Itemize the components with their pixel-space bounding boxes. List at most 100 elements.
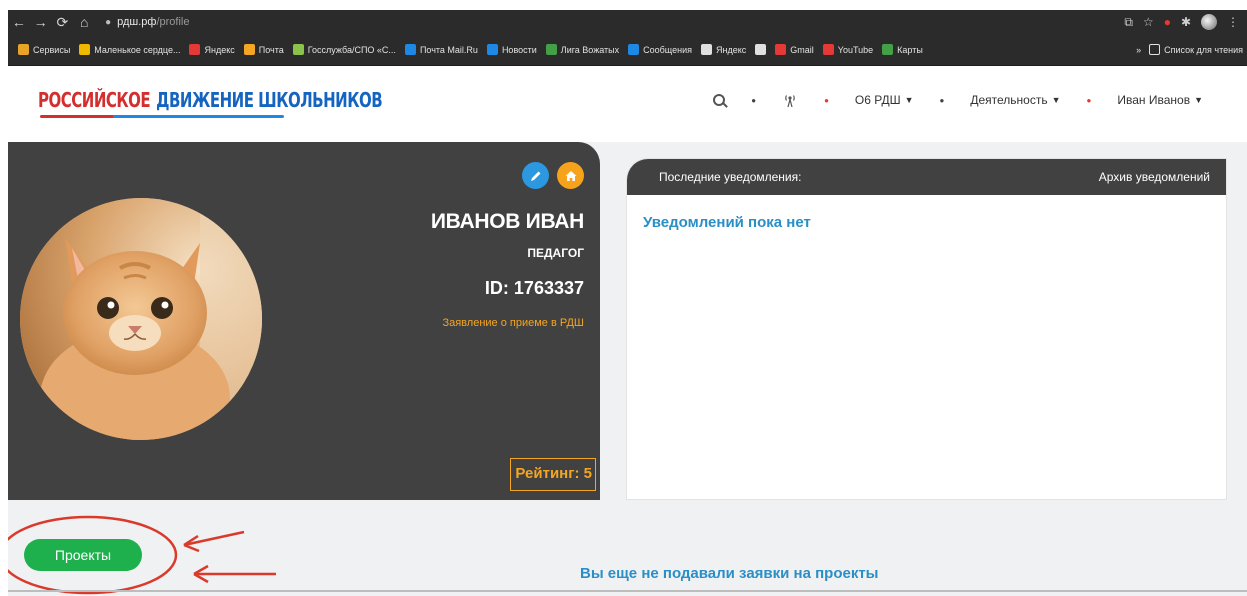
back-icon[interactable]: ←	[8, 14, 30, 30]
bookmark-label: YouTube	[837, 44, 874, 55]
nav-separator: ●	[824, 95, 829, 105]
edit-profile-button[interactable]	[522, 162, 549, 189]
menu-kebab-icon[interactable]: ⋮	[1227, 15, 1239, 29]
nav-about-dropdown[interactable]: О6 РДШ ▼	[855, 93, 914, 107]
projects-button[interactable]: Проекты	[24, 539, 142, 571]
annotation-arrow-bottom	[193, 564, 276, 584]
notifications-title: Последние уведомления:	[659, 170, 802, 184]
bookmark-label: Лига Вожатых	[560, 44, 620, 55]
bookmark-favicon-icon	[404, 44, 416, 55]
bookmark-item[interactable]: Gmail	[775, 44, 814, 55]
bookmark-item[interactable]: Сообщения	[628, 44, 692, 55]
house-icon	[565, 170, 576, 181]
profile-role: ПЕДАГОГ	[527, 246, 584, 260]
bookmark-item[interactable]: YouTube	[822, 44, 874, 55]
bookmark-item[interactable]: Яндекс	[701, 44, 746, 55]
browser-toolbar: ← → ⟳ ⌂ ● рдш.рф /profile ⧉ ☆ ● ✱ ⋮	[8, 10, 1247, 34]
reload-icon[interactable]: ⟳	[52, 14, 74, 31]
address-bar[interactable]: ● рдш.рф /profile	[105, 12, 1124, 32]
bookmark-favicon-icon	[486, 44, 498, 55]
bookmark-label: Карты	[897, 44, 923, 55]
bookmark-item[interactable]: Карты	[882, 44, 923, 55]
profile-id: ID: 1763337	[484, 278, 584, 298]
kitten-photo	[20, 198, 262, 440]
site-logo[interactable]: РОССИЙСКОЕ ДВИЖЕНИЕ ШКОЛЬНИКОВ	[38, 88, 383, 113]
antenna-icon	[785, 95, 795, 108]
bookmark-favicon-icon	[701, 44, 712, 55]
bookmark-item[interactable]	[755, 44, 767, 55]
bookmark-label: Госслужба/СПО «С...	[307, 44, 396, 55]
nav-activity-dropdown[interactable]: Деятельность ▼	[970, 93, 1060, 107]
bookmark-label: Почта Mail.Ru	[419, 44, 478, 55]
antenna-button[interactable]	[782, 92, 798, 108]
extensions-puzzle-icon[interactable]: ✱	[1181, 15, 1191, 29]
home-profile-button[interactable]	[557, 162, 584, 189]
bottom-divider	[8, 590, 1247, 592]
bookmark-item[interactable]: Лига Вожатых	[545, 44, 620, 55]
bookmark-label: Маленькое сердце...	[94, 44, 181, 55]
bookmark-label: Яндекс	[716, 44, 747, 55]
profile-card: ИВАНОВ ИВАН ПЕДАГОГ ID: 1763337 Заявлени…	[8, 142, 600, 500]
bookmark-favicon-icon	[545, 44, 557, 55]
bookmark-favicon-icon	[189, 44, 201, 55]
bookmark-item[interactable]: Почта	[243, 44, 284, 55]
nav-user-dropdown[interactable]: Иван Иванов ▼	[1117, 93, 1203, 107]
bookmark-item[interactable]: Госслужба/СПО «С...	[292, 44, 396, 55]
bookmark-label: Новости	[501, 44, 537, 55]
search-button[interactable]	[713, 94, 726, 106]
bookmark-item[interactable]: Сервисы	[18, 44, 70, 55]
logo-underline	[40, 115, 284, 118]
bookmarks-bar: Сервисы Маленькое сердце... Яндекс Почта Гос…	[8, 34, 1247, 66]
bookmark-label: Сообщения	[643, 44, 692, 55]
extension-icon[interactable]: ●	[1164, 15, 1171, 29]
bookmark-item[interactable]: Маленькое сердце...	[79, 44, 180, 55]
bookmark-favicon-icon	[79, 44, 91, 55]
notifications-empty-text: Уведомлений пока нет	[643, 214, 811, 231]
main-nav: ● ● О6 РДШ ▼ ● Деятельность ▼ ● Иван Ивано…	[713, 92, 1203, 108]
logo-word-movement: ДВИЖЕНИЕ ШКОЛЬНИКОВ	[156, 88, 383, 113]
home-icon[interactable]: ⌂	[73, 14, 95, 30]
logo-word-russian: РОССИЙСКОЕ	[38, 88, 151, 113]
bookmark-favicon-icon	[243, 44, 255, 55]
nav-separator: ●	[751, 95, 757, 105]
nav-separator: ●	[1086, 95, 1092, 105]
bookmark-favicon-icon	[822, 44, 834, 55]
nav-separator: ●	[939, 95, 945, 105]
application-link[interactable]: Заявление о приеме в РДШ	[442, 317, 584, 329]
page-content: ИВАНОВ ИВАН ПЕДАГОГ ID: 1763337 Заявлени…	[8, 142, 1247, 596]
bookmark-label: Gmail	[790, 44, 814, 55]
bookmarks-more[interactable]: »	[1136, 45, 1141, 55]
profile-avatar-icon[interactable]	[1201, 14, 1217, 30]
notifications-header: Последние уведомления: Архив уведомлений	[627, 159, 1226, 195]
nav-about-label: О6 РДШ	[854, 93, 901, 107]
site-header: РОССИЙСКОЕ ДВИЖЕНИЕ ШКОЛЬНИКОВ ● ● О6 РДШ…	[8, 66, 1247, 142]
url-host: рдш.рф	[117, 16, 157, 28]
bookmark-favicon-icon	[755, 44, 767, 55]
bookmark-item[interactable]: Новости	[486, 44, 537, 55]
avatar	[20, 198, 262, 440]
lock-icon: ●	[105, 16, 112, 28]
browser-actions: ⧉ ☆ ● ✱ ⋮	[1124, 14, 1247, 30]
bookmark-favicon-icon	[882, 44, 894, 55]
bookmark-star-icon[interactable]: ☆	[1143, 15, 1154, 29]
pencil-icon	[530, 171, 540, 181]
bookmark-label: Сервисы	[33, 44, 71, 55]
rating-badge: Рейтинг: 5	[510, 458, 596, 491]
bookmark-item[interactable]: Почта Mail.Ru	[404, 44, 478, 55]
reading-list[interactable]: Список для чтения	[1149, 44, 1243, 55]
notifications-archive-link[interactable]: Архив уведомлений	[1099, 170, 1210, 184]
chevron-down-icon: ▼	[904, 95, 914, 105]
search-icon	[713, 94, 726, 106]
reading-list-icon	[1149, 44, 1161, 55]
bookmark-favicon-icon	[628, 44, 640, 55]
chevron-down-icon: ▼	[1194, 95, 1203, 105]
projects-empty-text: Вы еще не подавали заявки на проекты	[580, 565, 879, 582]
profile-actions	[522, 162, 584, 189]
forward-icon[interactable]: →	[30, 14, 52, 30]
share-icon[interactable]: ⧉	[1124, 15, 1133, 30]
bookmark-item[interactable]: Яндекс	[189, 44, 235, 55]
bookmark-label: Почта	[258, 44, 284, 55]
nav-activity-label: Деятельность	[970, 93, 1048, 107]
chevron-down-icon: ▼	[1051, 95, 1061, 105]
url-path: /profile	[156, 16, 190, 28]
